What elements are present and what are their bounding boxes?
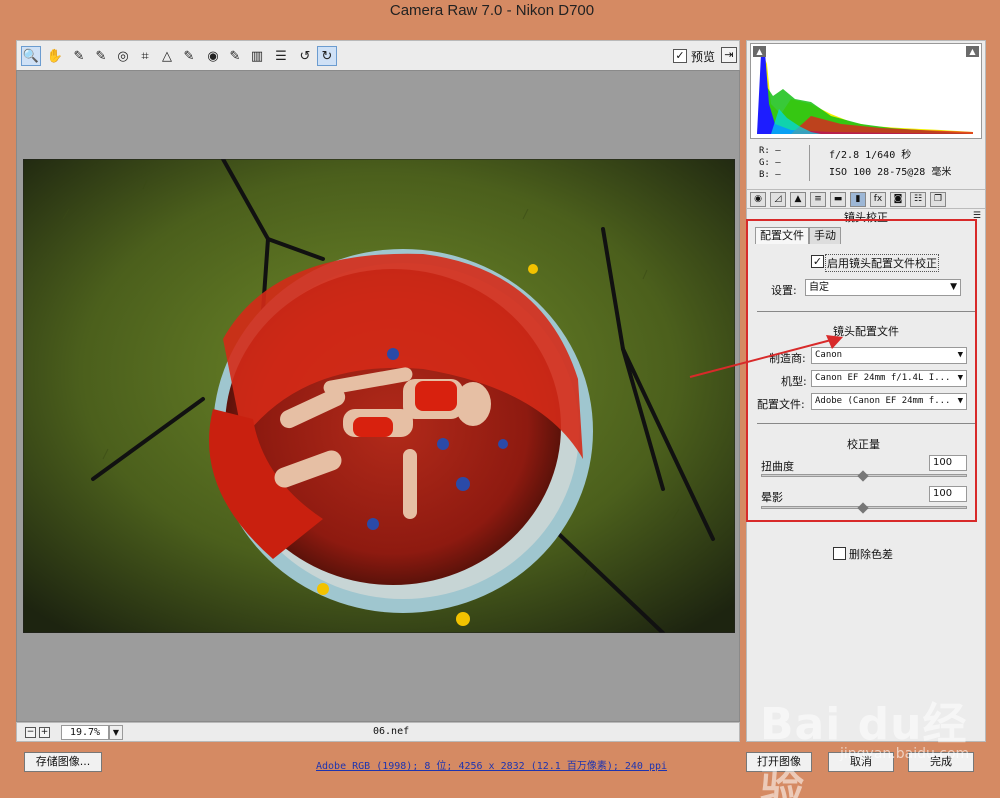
right-panel: ▲ ▲ R: — G: — B: — f/2.8 1/640 秒 ISO 100… (746, 40, 986, 742)
preview-label: 预览 (691, 50, 716, 64)
vignetting-label: 晕影 (761, 491, 783, 504)
vignetting-field[interactable]: 100 (929, 486, 967, 502)
setup-value: 自定 (809, 282, 829, 293)
photo-image (23, 159, 735, 633)
hand-icon[interactable]: ✋ (45, 46, 65, 66)
tab-basic-icon[interactable]: ◉ (750, 192, 766, 207)
aperture-shutter: f/2.8 1/640 秒 (829, 150, 912, 161)
distortion-label: 扭曲度 (761, 460, 794, 473)
red-eye-icon[interactable]: ◉ (203, 46, 223, 66)
highlight-clipping-icon[interactable]: ▲ (966, 46, 979, 57)
zoom-in-button[interactable]: + (39, 727, 50, 738)
histogram-graph (757, 52, 973, 134)
white-balance-icon[interactable]: ✎ (69, 46, 89, 66)
adjustment-brush-icon[interactable]: ✎ (225, 46, 245, 66)
toolbar: 🔍 ✋ ✎ ✎ ◎ ⌗ △ ✎ ◉ ✎ ▥ ☰ ↺ ↻ ✓ 预览 ⇥ (16, 40, 740, 70)
zoom-out-button[interactable]: − (25, 727, 36, 738)
panel-section-title: 镜头校正 (844, 211, 888, 224)
status-bar: − + 19.7% ▼ 06.nef (16, 722, 740, 742)
tab-hsl-icon[interactable]: ≡ (810, 192, 826, 207)
chevron-down-icon: ▼ (950, 282, 957, 292)
subtab-profile[interactable]: 配置文件 (755, 227, 809, 244)
rotate-right-icon[interactable]: ↻ (317, 46, 337, 66)
chevron-down-icon: ▼ (957, 373, 963, 383)
tab-tone-curve-icon[interactable]: ◿ (770, 192, 786, 207)
shadow-clipping-icon[interactable]: ▲ (753, 46, 766, 57)
remove-ca-label[interactable]: 删除色差 (849, 546, 893, 562)
profile-value: Adobe (Canon EF 24mm f... (815, 396, 951, 406)
filename-label: 06.nef (373, 726, 410, 737)
zoom-dropdown-icon[interactable]: ▼ (109, 725, 123, 740)
tab-snapshots-icon[interactable]: ❐ (930, 192, 946, 207)
panel-menu-icon[interactable]: ☰ (973, 211, 981, 221)
preferences-icon[interactable]: ☰ (271, 46, 291, 66)
straighten-icon[interactable]: △ (157, 46, 177, 66)
fullscreen-toggle-icon[interactable]: ⇥ (721, 47, 737, 63)
correction-heading: 校正量 (847, 438, 880, 451)
baidu-watermark-url: jingyan.baidu.com (840, 746, 970, 762)
green-readout: G: — (759, 158, 781, 168)
distortion-field[interactable]: 100 (929, 455, 967, 471)
baidu-watermark: Bai du经验 (760, 699, 968, 798)
distortion-slider-thumb[interactable] (857, 470, 869, 482)
tab-lens-correction-icon[interactable]: ▮ (850, 192, 866, 207)
tab-camera-calibration-icon[interactable]: ◙ (890, 192, 906, 207)
histogram: ▲ ▲ (750, 43, 982, 139)
zoom-icon[interactable]: 🔍 (21, 46, 41, 66)
targeted-adjustment-icon[interactable]: ◎ (113, 46, 133, 66)
graduated-filter-icon[interactable]: ▥ (247, 46, 267, 66)
readout-divider (809, 145, 810, 181)
rgb-readout: R: — G: — B: — (759, 145, 781, 181)
chevron-down-icon: ▼ (957, 350, 963, 360)
tab-split-toning-icon[interactable]: ▬ (830, 192, 846, 207)
red-readout: R: — (759, 146, 781, 156)
setup-select[interactable]: 自定 ▼ (805, 279, 961, 296)
profile-label: 配置文件: (757, 398, 805, 411)
enable-profile-checkbox[interactable]: ✓ (811, 255, 824, 268)
save-image-button[interactable]: 存储图像... (24, 752, 102, 772)
chevron-down-icon: ▼ (957, 396, 963, 406)
exif-info: f/2.8 1/640 秒 ISO 100 28-75@28 毫米 (829, 147, 951, 181)
setup-label: 设置: (771, 284, 797, 297)
image-canvas[interactable] (16, 70, 740, 722)
blue-readout: B: — (759, 170, 781, 180)
color-sampler-icon[interactable]: ✎ (91, 46, 111, 66)
tab-presets-icon[interactable]: ☷ (910, 192, 926, 207)
preview-checkbox[interactable]: ✓ (673, 49, 687, 63)
enable-profile-label[interactable]: 启用镜头配置文件校正 (825, 254, 939, 272)
annotation-arrow (689, 335, 843, 378)
spot-removal-icon[interactable]: ✎ (179, 46, 199, 66)
tab-detail-icon[interactable]: ▲ (790, 192, 806, 207)
divider (757, 311, 975, 312)
tab-effects-icon[interactable]: fx (870, 192, 886, 207)
remove-ca-checkbox[interactable] (833, 547, 846, 560)
photo-preview (23, 159, 735, 633)
lens-subtabs: 配置文件 手动 (755, 227, 841, 245)
divider (757, 423, 975, 424)
rotate-left-icon[interactable]: ↺ (295, 46, 315, 66)
vignetting-slider-thumb[interactable] (857, 502, 869, 514)
zoom-level-field[interactable]: 19.7% (61, 725, 109, 740)
subtab-manual[interactable]: 手动 (809, 227, 841, 244)
window-title: Camera Raw 7.0 - Nikon D700 (0, 0, 992, 32)
workflow-options-link[interactable]: Adobe RGB (1998); 8 位; 4256 x 2832 (12.1… (316, 757, 667, 772)
profile-select[interactable]: Adobe (Canon EF 24mm f... ▼ (811, 393, 967, 410)
iso-focal-length: ISO 100 28-75@28 毫米 (829, 167, 952, 178)
panel-tabs: ◉ ◿ ▲ ≡ ▬ ▮ fx ◙ ☷ ❐ (747, 189, 985, 209)
crop-icon[interactable]: ⌗ (135, 46, 155, 66)
